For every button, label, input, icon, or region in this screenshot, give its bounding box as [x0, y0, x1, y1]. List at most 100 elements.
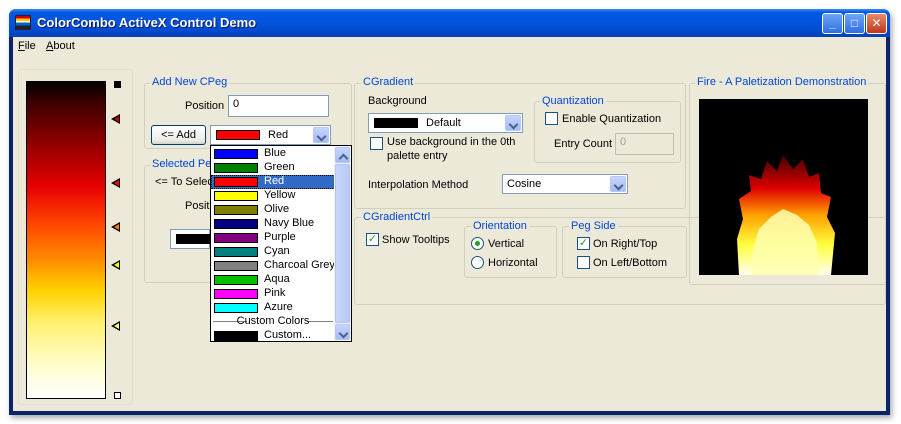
color-combo-value: Red	[268, 129, 289, 141]
use-background-label-2: palette entry	[387, 150, 448, 162]
color-combo[interactable]: Red	[210, 125, 331, 145]
dropdown-item-purple[interactable]: Purple	[211, 231, 335, 245]
cgradientctrl-group-title: CGradientCtrl	[361, 211, 433, 223]
fire-image	[737, 155, 835, 275]
show-tooltips-label: Show Tooltips	[382, 234, 450, 246]
background-value: Default	[426, 117, 461, 129]
color-label: Blue	[264, 147, 287, 159]
color-label: Cyan	[264, 245, 290, 257]
scroll-thumb[interactable]	[335, 164, 350, 323]
chevron-down-icon[interactable]	[313, 127, 329, 143]
close-icon: ✕	[871, 16, 882, 30]
dropdown-item-blue[interactable]: Blue	[211, 147, 335, 161]
dropdown-item-red[interactable]: Red	[211, 175, 335, 189]
interp-combo[interactable]: Cosine	[502, 174, 628, 194]
enable-quantization-checkbox[interactable]	[545, 112, 558, 125]
add-peg-group-title: Add New CPeg	[150, 76, 230, 88]
maximize-button[interactable]: □	[844, 13, 865, 34]
dropdown-scrollbar[interactable]	[334, 146, 351, 341]
color-label: Azure	[264, 301, 293, 313]
custom-swatch	[214, 331, 258, 341]
color-label: Navy Blue	[264, 217, 315, 229]
color-swatch	[214, 247, 258, 257]
start-peg-marker[interactable]	[114, 81, 121, 88]
color-swatch	[214, 205, 258, 215]
app-window: ColorCombo ActiveX Control Demo _ □ ✕ Fi…	[9, 9, 890, 415]
color-swatch	[214, 289, 258, 299]
entry-count-input[interactable]: 0	[615, 133, 674, 155]
chevron-down-icon[interactable]	[610, 176, 626, 192]
vertical-radio[interactable]	[471, 237, 484, 250]
menu-bar: File About	[13, 37, 886, 56]
quantization-group-title: Quantization	[540, 95, 606, 107]
color-swatch	[214, 149, 258, 159]
color-label: Red	[264, 175, 285, 187]
selected-position-label: Positi	[185, 200, 212, 212]
chevron-down-icon[interactable]	[505, 115, 521, 131]
gradient-bar[interactable]	[26, 81, 106, 399]
app-icon[interactable]	[15, 15, 31, 30]
vertical-label: Vertical	[488, 238, 525, 250]
position-input[interactable]: 0	[228, 95, 329, 117]
horizontal-radio[interactable]	[471, 256, 484, 269]
custom-label: Custom...	[264, 329, 312, 341]
color-swatch	[214, 261, 258, 271]
interp-value: Cosine	[507, 178, 542, 190]
show-tooltips-checkbox[interactable]: ✓	[366, 233, 379, 246]
gradient-peg-fill	[114, 262, 119, 269]
cgradient-group-title: CGradient	[361, 76, 416, 88]
enable-quantization-label: Enable Quantization	[562, 113, 662, 125]
menu-about-label: bout	[53, 40, 75, 52]
add-peg-button[interactable]: <= Add	[151, 125, 206, 145]
color-swatch	[214, 303, 258, 313]
use-background-checkbox[interactable]	[370, 137, 383, 150]
peg-side-group	[562, 226, 687, 278]
entry-count-label: Entry Count	[554, 138, 613, 150]
dropdown-item-green[interactable]: Green	[211, 161, 335, 175]
orientation-group-title: Orientation	[471, 220, 529, 232]
color-label: Charcoal Grey	[264, 259, 335, 271]
position-label: Position	[185, 100, 225, 112]
selected-peg-group-title: Selected Pe	[150, 158, 214, 170]
color-label: Green	[264, 161, 295, 173]
dropdown-item-charcoal-grey[interactable]: Charcoal Grey	[211, 259, 335, 273]
maximize-icon: □	[850, 16, 859, 30]
on-right-top-label: On Right/Top	[593, 238, 658, 250]
color-swatch	[214, 163, 258, 173]
dropdown-item-cyan[interactable]: Cyan	[211, 245, 335, 259]
dropdown-item-azure[interactable]: Azure	[211, 301, 335, 315]
dropdown-item-aqua[interactable]: Aqua	[211, 273, 335, 287]
selected-color-swatch	[176, 234, 210, 244]
color-swatch	[214, 191, 258, 201]
dropdown-item-olive[interactable]: Olive	[211, 203, 335, 217]
color-swatch	[214, 233, 258, 243]
minimize-button[interactable]: _	[822, 13, 843, 34]
scroll-up-icon[interactable]	[335, 147, 350, 163]
menu-about[interactable]: About	[46, 40, 75, 52]
background-label: Background	[368, 95, 427, 107]
on-right-top-checkbox[interactable]: ✓	[577, 237, 590, 250]
gradient-peg-fill	[114, 116, 119, 123]
on-left-bottom-label: On Left/Bottom	[593, 257, 667, 269]
background-combo[interactable]: Default	[368, 113, 523, 133]
title-bar[interactable]: ColorCombo ActiveX Control Demo _ □ ✕	[9, 9, 890, 37]
gradient-peg-fill	[114, 179, 119, 186]
gradient-peg-fill	[114, 224, 119, 231]
dropdown-item-navy-blue[interactable]: Navy Blue	[211, 217, 335, 231]
color-swatch	[214, 177, 258, 187]
menu-file-accel: F	[18, 40, 25, 52]
end-peg-marker[interactable]	[114, 392, 121, 399]
dropdown-item-pink[interactable]: Pink	[211, 287, 335, 301]
scroll-down-icon[interactable]	[335, 324, 350, 340]
selected-color-combo[interactable]	[170, 229, 210, 249]
on-left-bottom-checkbox[interactable]	[577, 256, 590, 269]
dropdown-item-yellow[interactable]: Yellow	[211, 189, 335, 203]
fire-canvas	[699, 99, 868, 275]
color-label: Pink	[264, 287, 286, 299]
dropdown-item-custom[interactable]: Custom...	[211, 329, 335, 343]
color-dropdown-list[interactable]: Blue Green Red Yellow Olive Navy Blue Purple Cy…	[210, 145, 352, 342]
peg-side-group-title: Peg Side	[569, 220, 618, 232]
menu-file[interactable]: File	[18, 40, 36, 52]
color-swatch	[214, 219, 258, 229]
close-button[interactable]: ✕	[866, 13, 887, 34]
